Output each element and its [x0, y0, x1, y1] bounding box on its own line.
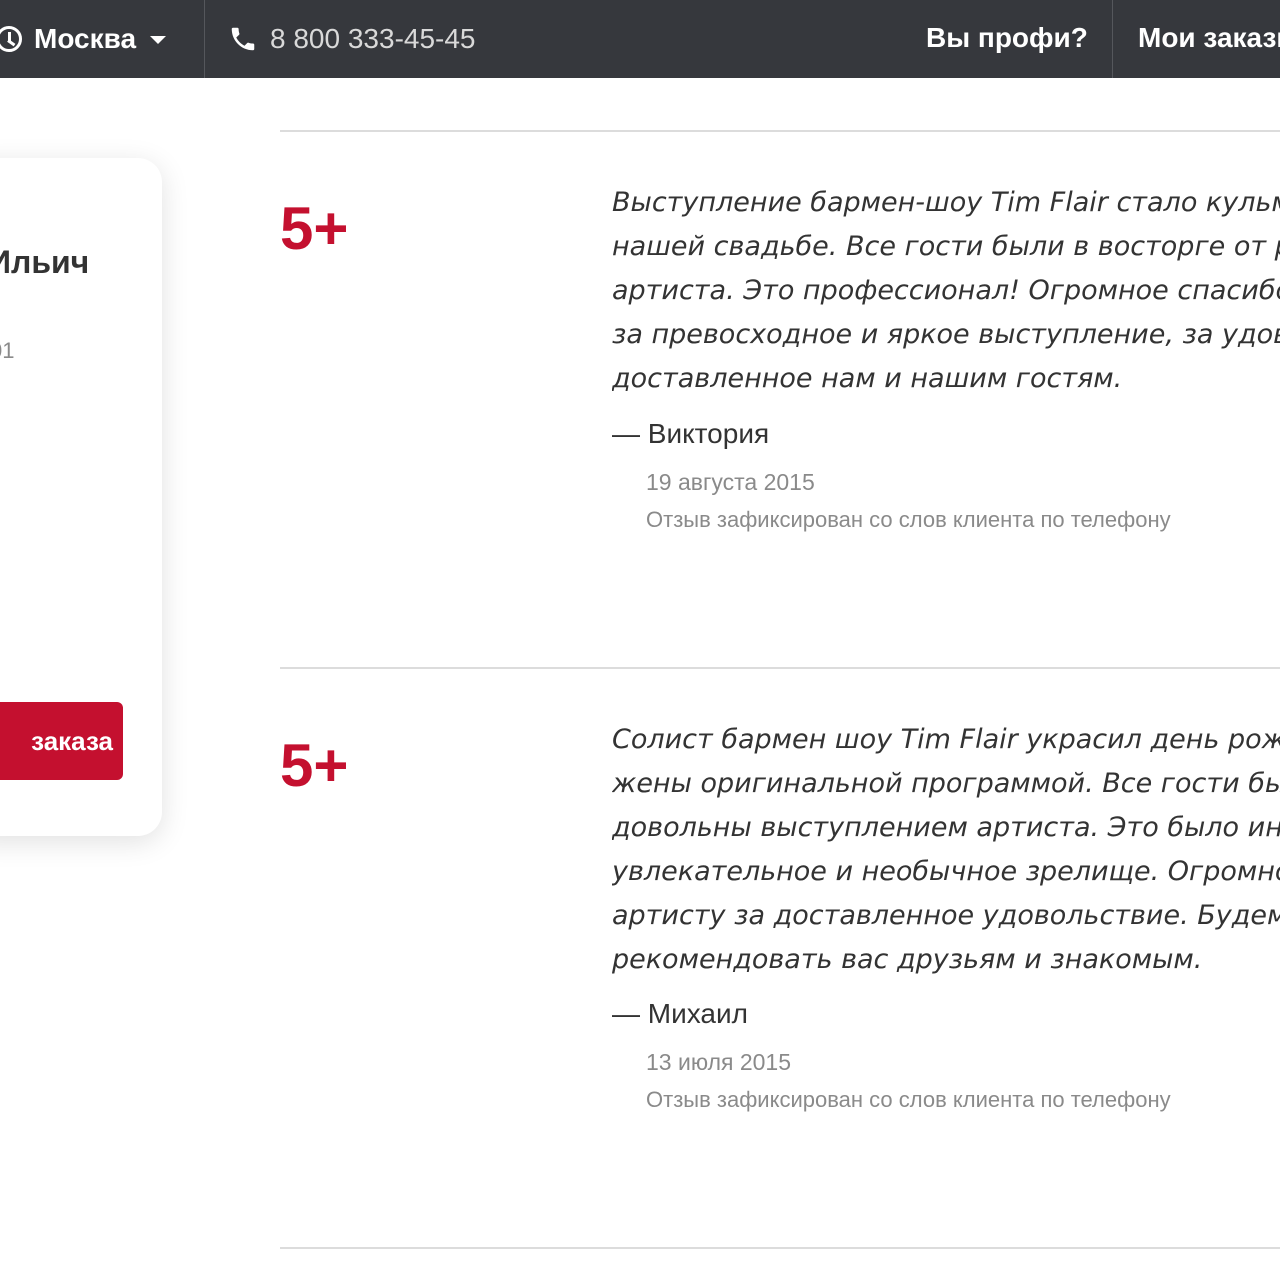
- performer-card: Ильич 01 заказа: [0, 158, 162, 836]
- review-divider: [280, 667, 1280, 669]
- city-selector[interactable]: Москва: [0, 0, 204, 78]
- review-source-note: Отзыв зафиксирован со слов клиента по те…: [646, 1087, 1171, 1112]
- review-line: Выступление бармен-шоу Tim Flair стало к…: [612, 187, 1280, 218]
- review-line: артисту за доставленное удовольствие. Бу…: [612, 900, 1280, 931]
- order-button[interactable]: заказа: [0, 702, 123, 780]
- review-line: Солист бармен шоу Tim Flair украсил день…: [612, 724, 1280, 755]
- phone-number: 8 800 333-45-45: [270, 23, 476, 54]
- review-text: Выступление бармен-шоу Tim Flair стало к…: [612, 181, 1280, 401]
- review-line: доставленное нам и нашим гостям.: [612, 363, 1123, 394]
- review-line: рекомендовать вас друзьям и знакомым.: [612, 944, 1203, 975]
- rating-score: 5+: [280, 195, 349, 262]
- top-bar: Москва 8 800 333-45-45 Вы профи? Мои зак…: [0, 0, 1280, 78]
- city-label: Москва: [34, 23, 137, 54]
- phone-icon: [231, 27, 255, 51]
- review-line: жены оригинальной программой. Все гости …: [612, 768, 1280, 799]
- review-line: увлекательное и необычное зрелище. Огром…: [612, 856, 1280, 887]
- are-you-pro-link[interactable]: Вы профи?: [926, 20, 1088, 56]
- clock-icon: [0, 26, 22, 52]
- review-divider: [280, 130, 1280, 132]
- review-date: 19 августа 2015: [646, 469, 815, 495]
- review-line: за превосходное и яркое выступление, за …: [612, 319, 1280, 350]
- review-line: довольны выступлением артиста. Это было …: [612, 812, 1280, 843]
- performer-name: Ильич: [0, 244, 90, 280]
- review-date: 13 июля 2015: [646, 1049, 791, 1075]
- review-divider: [280, 1247, 1280, 1249]
- header-divider: [204, 0, 205, 78]
- review-text: Солист бармен шоу Tim Flair украсил день…: [612, 718, 1280, 982]
- review-line: артиста. Это профессионал! Огромное спас…: [612, 275, 1280, 306]
- review-source-note: Отзыв зафиксирован со слов клиента по те…: [646, 507, 1171, 532]
- my-orders-link[interactable]: Мои заказы: [1138, 20, 1280, 56]
- phone-link[interactable]: 8 800 333-45-45: [228, 0, 476, 78]
- review-author: — Виктория: [612, 418, 770, 449]
- caret-down-icon: [150, 36, 166, 44]
- review-author: — Михаил: [612, 998, 748, 1029]
- rating-score: 5+: [280, 732, 349, 799]
- performer-id: 01: [0, 338, 15, 363]
- review-line: нашей свадьбе. Все гости были в восторге…: [612, 231, 1280, 262]
- header-divider: [1112, 0, 1113, 78]
